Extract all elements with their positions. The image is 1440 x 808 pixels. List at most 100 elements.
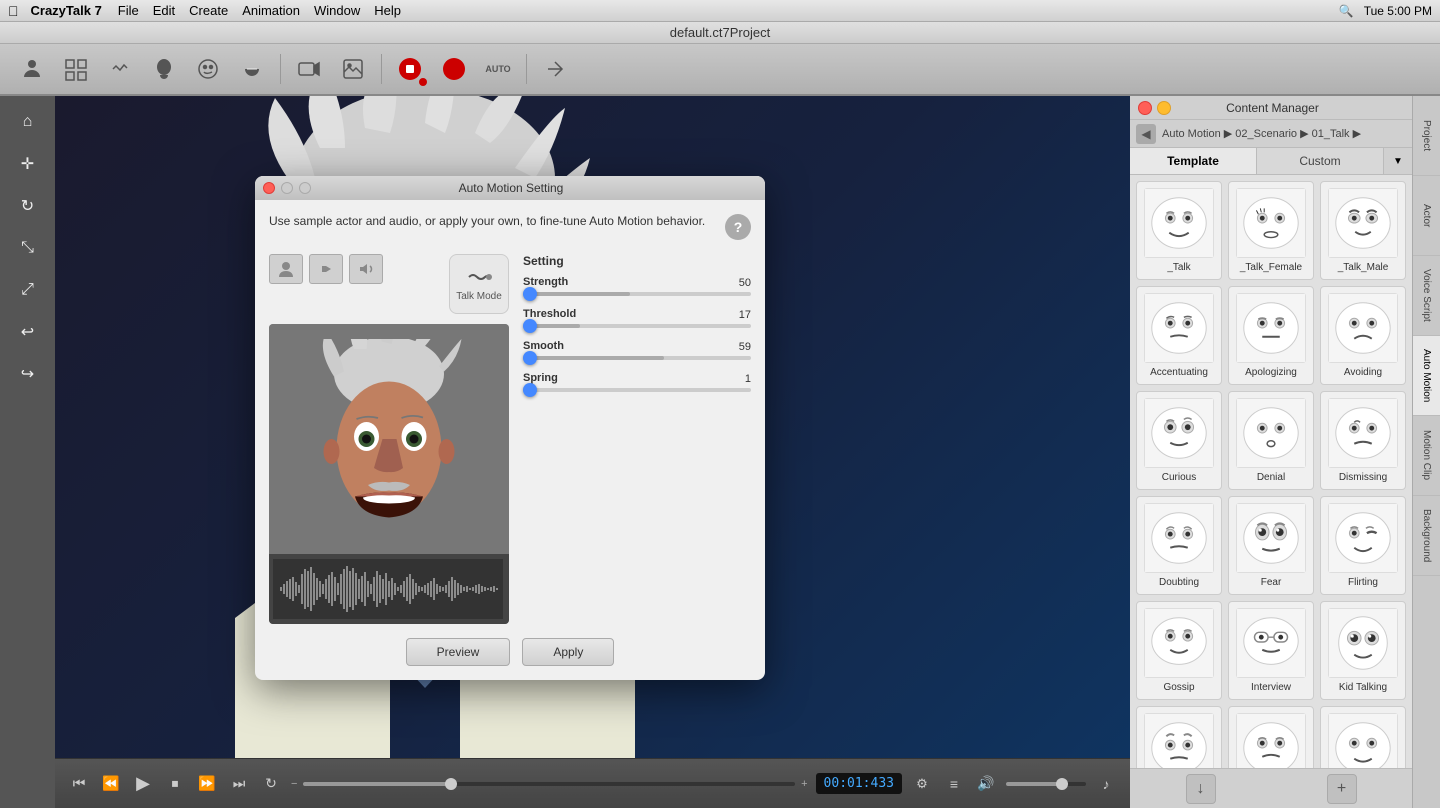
tab-template[interactable]: Template <box>1130 148 1257 174</box>
list-item[interactable]: Denial <box>1228 391 1314 490</box>
menu-window[interactable]: Window <box>314 3 360 18</box>
smooth-thumb[interactable] <box>523 351 537 365</box>
list-item[interactable]: Curious <box>1136 391 1222 490</box>
list-item[interactable]: Doubting <box>1136 496 1222 595</box>
download-btn[interactable]: ↓ <box>1186 774 1216 804</box>
camera-btn[interactable] <box>289 49 329 89</box>
talk-mode-btn[interactable]: Talk Mode <box>449 254 509 314</box>
add-btn[interactable]: + <box>1327 774 1357 804</box>
auto-btn[interactable]: AUTO <box>478 49 518 89</box>
motion-btn[interactable] <box>100 49 140 89</box>
actor-select-btn[interactable] <box>269 254 303 284</box>
spotlight-icon[interactable]: 🔍 <box>1339 4 1354 18</box>
head-btn[interactable] <box>144 49 184 89</box>
close-dialog-btn[interactable] <box>263 182 275 194</box>
close-panel-btn[interactable] <box>1138 101 1152 115</box>
volume-slider[interactable] <box>1006 782 1086 786</box>
audio-out-btn[interactable]: 🔊 <box>974 772 998 796</box>
rewind-start-btn[interactable]: ⏮ <box>67 772 91 796</box>
list-item[interactable]: Flirting <box>1320 496 1406 595</box>
list-item[interactable]: Dismissing <box>1320 391 1406 490</box>
back-btn[interactable]: ◀ <box>1136 124 1156 144</box>
timeline-container: − + <box>291 778 808 790</box>
tab-motion-clip[interactable]: Motion Clip <box>1413 416 1440 496</box>
minimize-panel-btn[interactable] <box>1157 101 1171 115</box>
spring-thumb[interactable] <box>523 383 537 397</box>
menu-animation[interactable]: Animation <box>242 3 300 18</box>
volume-thumb[interactable] <box>1056 778 1068 790</box>
spring-slider[interactable] <box>523 388 751 392</box>
app-name[interactable]: CrazyTalk 7 <box>31 3 102 18</box>
list-item[interactable]: Laughing <box>1136 706 1222 768</box>
maximize-dialog-btn[interactable] <box>299 182 311 194</box>
redo-tool[interactable]: ↪ <box>10 356 46 392</box>
apply-button[interactable]: Apply <box>522 638 614 666</box>
window-controls <box>1138 101 1171 115</box>
loop-btn[interactable]: ↻ <box>259 772 283 796</box>
face-btn[interactable] <box>188 49 228 89</box>
tab-project[interactable]: Project <box>1413 96 1440 176</box>
undo-tool[interactable]: ↩ <box>10 314 46 350</box>
move-tool[interactable]: ✛ <box>10 146 46 182</box>
actor-btn[interactable] <box>12 49 52 89</box>
menu-create[interactable]: Create <box>189 3 228 18</box>
tab-arrow[interactable]: ▼ <box>1384 148 1412 174</box>
list-item[interactable]: Apologizing <box>1228 286 1314 385</box>
preview-button[interactable]: Preview <box>406 638 511 666</box>
settings-btn[interactable]: ⚙ <box>910 772 934 796</box>
menu-help[interactable]: Help <box>374 3 401 18</box>
canvas-area[interactable]: Auto Motion Setting Use sample actor and… <box>55 96 1130 808</box>
record-btn[interactable] <box>390 49 430 89</box>
face-svg <box>1145 294 1213 362</box>
list-item[interactable]: _Talk_Female <box>1228 181 1314 280</box>
threshold-thumb[interactable] <box>523 319 537 333</box>
zoom-in-icon[interactable]: + <box>801 778 807 790</box>
list-item[interactable]: Worried <box>1320 706 1406 768</box>
speaker-btn[interactable] <box>349 254 383 284</box>
home-tool[interactable]: ⌂ <box>10 104 46 140</box>
list-item[interactable]: Fear <box>1228 496 1314 595</box>
list-btn[interactable]: ≡ <box>942 772 966 796</box>
music-btn[interactable]: ♪ <box>1094 772 1118 796</box>
timeline-slider[interactable] <box>303 782 795 786</box>
audio-btn[interactable] <box>434 49 474 89</box>
stop-btn[interactable]: ⏹ <box>163 772 187 796</box>
list-item[interactable]: Accentuating <box>1136 286 1222 385</box>
smooth-slider[interactable] <box>523 356 751 360</box>
scene-btn[interactable] <box>56 49 96 89</box>
help-icon[interactable]: ? <box>725 214 751 240</box>
step-back-btn[interactable]: ⏪ <box>99 772 123 796</box>
mouth-btn[interactable] <box>232 49 272 89</box>
scale-tool[interactable]: ⤡ <box>10 230 46 266</box>
fast-forward-btn[interactable]: ⏭ <box>227 772 251 796</box>
tab-voice-script[interactable]: Voice Script <box>1413 256 1440 336</box>
play-btn[interactable]: ▶ <box>131 772 155 796</box>
tab-auto-motion[interactable]: Auto Motion <box>1413 336 1440 416</box>
list-item[interactable]: _Talk_Male <box>1320 181 1406 280</box>
tab-actor[interactable]: Actor <box>1413 176 1440 256</box>
menu-items: File Edit Create Animation Window Help <box>118 3 401 18</box>
timeline-thumb[interactable] <box>445 778 457 790</box>
strength-slider[interactable] <box>523 292 751 296</box>
list-item[interactable]: Kid Talking <box>1320 601 1406 700</box>
tab-custom[interactable]: Custom <box>1257 148 1384 174</box>
list-item[interactable]: Gossip <box>1136 601 1222 700</box>
menu-file[interactable]: File <box>118 3 139 18</box>
apple-menu[interactable]:  <box>8 3 19 19</box>
tab-background[interactable]: Background <box>1413 496 1440 576</box>
threshold-slider[interactable] <box>523 324 751 328</box>
audio-select-btn[interactable] <box>309 254 343 284</box>
list-item[interactable]: Interview <box>1228 601 1314 700</box>
rotate-tool[interactable]: ↻ <box>10 188 46 224</box>
minimize-dialog-btn[interactable] <box>281 182 293 194</box>
menu-edit[interactable]: Edit <box>153 3 175 18</box>
list-item[interactable]: _Talk <box>1136 181 1222 280</box>
step-forward-btn[interactable]: ⏩ <box>195 772 219 796</box>
zoom-out-icon[interactable]: − <box>291 778 297 790</box>
image-btn[interactable] <box>333 49 373 89</box>
fit-tool[interactable]: ⤢ <box>10 272 46 308</box>
list-item[interactable]: Avoiding <box>1320 286 1406 385</box>
strength-thumb[interactable] <box>523 287 537 301</box>
list-item[interactable]: Thinking <box>1228 706 1314 768</box>
export-btn[interactable] <box>535 49 575 89</box>
